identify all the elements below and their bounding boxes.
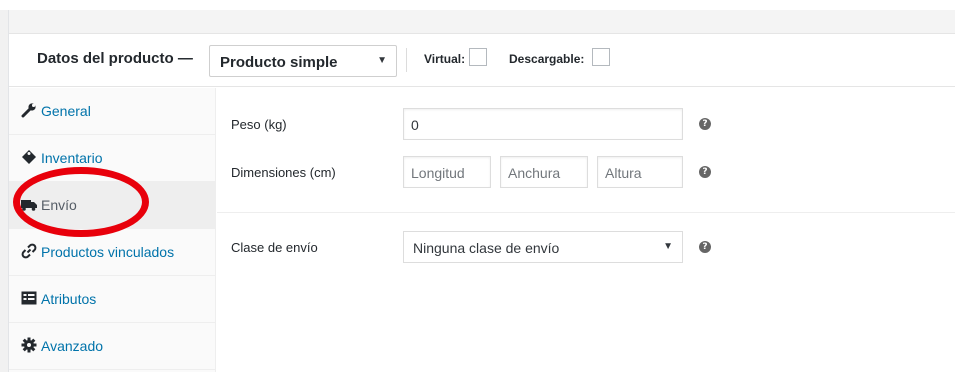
list-icon (21, 291, 37, 305)
gear-icon (21, 337, 37, 353)
product-type-value: Producto simple (220, 54, 338, 71)
product-data-panel: Datos del producto — Producto simple ▼ V… (8, 10, 955, 372)
link-icon (21, 243, 37, 259)
help-icon[interactable]: ? (699, 118, 711, 130)
downloadable-checkbox[interactable] (592, 48, 610, 66)
weight-input[interactable]: 0 (403, 108, 683, 140)
chevron-down-icon: ▼ (377, 55, 387, 66)
tab-label: Productos vinculados (41, 244, 175, 260)
weight-value: 0 (411, 117, 419, 133)
product-data-title: Datos del producto — (37, 50, 193, 67)
chevron-down-icon: ▼ (663, 241, 673, 252)
top-strip (0, 0, 955, 10)
shipping-panel: Peso (kg) 0 ? Dimensiones (cm) Longitud … (217, 88, 955, 372)
tag-icon (22, 150, 36, 164)
help-icon[interactable]: ? (699, 166, 711, 178)
width-input[interactable]: Anchura (500, 156, 588, 188)
tab-attributes[interactable]: Atributos (9, 276, 216, 323)
length-input[interactable]: Longitud (403, 156, 491, 188)
header-separator (406, 48, 407, 72)
tab-shipping[interactable]: Envío (9, 182, 216, 229)
tab-inventory[interactable]: Inventario (9, 135, 216, 182)
help-icon[interactable]: ? (699, 241, 711, 253)
wrench-icon (21, 103, 36, 118)
tab-linked-products[interactable]: Productos vinculados (9, 229, 216, 276)
tab-label: Atributos (41, 291, 97, 307)
virtual-checkbox[interactable] (469, 48, 487, 66)
height-input[interactable]: Altura (597, 156, 683, 188)
tab-general[interactable]: General (9, 88, 216, 135)
shipping-class-label: Clase de envío (231, 240, 318, 255)
product-data-tabs: General Inventario Envío Productos vincu… (9, 88, 216, 372)
truck-icon (21, 200, 37, 211)
panel-top-gap (9, 10, 955, 34)
tab-advanced[interactable]: Avanzado (9, 323, 216, 370)
height-placeholder: Altura (605, 165, 642, 181)
section-divider (217, 212, 955, 213)
width-placeholder: Anchura (508, 165, 561, 181)
shipping-class-select[interactable]: Ninguna clase de envío ▼ (403, 231, 683, 263)
weight-label: Peso (kg) (231, 117, 287, 132)
dimensions-label: Dimensiones (cm) (231, 165, 336, 180)
product-data-header: Datos del producto — Producto simple ▼ V… (9, 34, 955, 87)
tab-label: Inventario (41, 150, 103, 166)
tab-label: Envío (41, 197, 77, 213)
length-placeholder: Longitud (411, 165, 465, 181)
virtual-label: Virtual: (424, 52, 466, 66)
shipping-class-value: Ninguna clase de envío (413, 240, 560, 256)
product-type-select[interactable]: Producto simple ▼ (209, 45, 397, 77)
tab-label: Avanzado (41, 338, 104, 354)
tab-label: General (41, 103, 91, 119)
downloadable-label: Descargable: (509, 52, 585, 66)
